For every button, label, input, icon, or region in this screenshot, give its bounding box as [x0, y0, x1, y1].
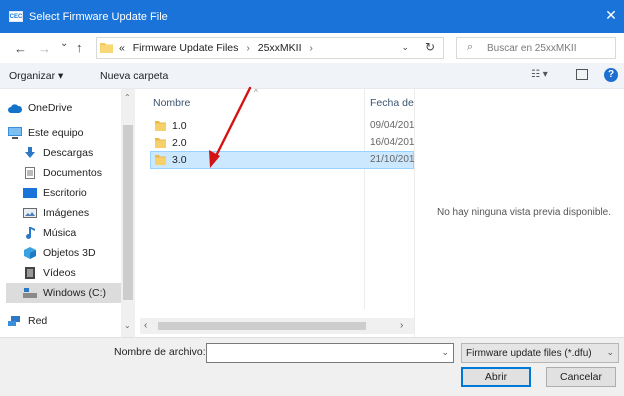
folder-icon	[155, 138, 166, 148]
sidebar-item-label: Descargas	[43, 147, 94, 159]
sidebar-item-label: Escritorio	[43, 187, 87, 199]
up-arrow-icon[interactable]: ↑	[76, 40, 83, 55]
organize-button[interactable]: Organizar ▾	[9, 70, 63, 82]
address-dropdown-icon[interactable]: ⌄	[401, 42, 409, 53]
computer-icon	[8, 127, 22, 139]
folder-icon	[155, 121, 166, 131]
file-list: Nombre ^ Fecha de 1.0 09/04/201 2.0 16/0…	[140, 88, 414, 337]
folder-icon	[155, 155, 166, 165]
pictures-icon	[23, 207, 37, 219]
list-item[interactable]: 2.0 16/04/201	[150, 134, 414, 152]
file-date: 16/04/201	[370, 137, 414, 148]
scroll-left-icon[interactable]: ‹	[144, 320, 147, 331]
sidebar-item-label: Objetos 3D	[43, 247, 96, 259]
back-arrow-icon[interactable]: ←	[14, 41, 27, 56]
search-box[interactable]: ⌕ Buscar en 25xxMKII	[456, 37, 616, 59]
sidebar-item-label: Red	[28, 315, 48, 327]
sidebar-item-label: Documentos	[43, 167, 102, 179]
sidebar-item-imagenes[interactable]: Imágenes	[6, 203, 121, 223]
sort-ascending-icon: ^	[254, 88, 258, 97]
sidebar-item-musica[interactable]: Música	[6, 223, 121, 243]
breadcrumb: « Firmware Update Files › 25xxMKII ›	[119, 42, 318, 54]
download-icon	[23, 147, 37, 159]
file-date: 21/10/201	[370, 154, 414, 165]
sidebar-item-label: Música	[43, 227, 77, 239]
help-icon[interactable]: ?	[604, 68, 618, 82]
network-icon	[8, 315, 22, 327]
sidebar-item-label: Este equipo	[28, 127, 84, 139]
refresh-icon[interactable]: ↻	[425, 40, 435, 54]
sidebar-item-documentos[interactable]: Documentos	[6, 163, 121, 183]
folder-icon	[100, 43, 113, 53]
scroll-up-icon[interactable]: ⌃	[124, 93, 131, 102]
command-bar: Organizar ▾ Nueva carpeta ☷ ▾ ?	[0, 63, 624, 89]
music-icon	[23, 227, 37, 239]
column-header-name[interactable]: Nombre	[153, 97, 190, 109]
sidebar-item-red[interactable]: Red	[6, 311, 121, 331]
search-placeholder[interactable]: Buscar en 25xxMKII	[487, 43, 576, 54]
chevron-down-icon[interactable]: ⌄	[441, 347, 449, 358]
close-icon[interactable]: ✕	[604, 8, 618, 22]
window-title: Select Firmware Update File	[29, 10, 168, 23]
view-options-icon[interactable]: ☷ ▾	[531, 69, 548, 80]
filename-label: Nombre de archivo:	[114, 346, 206, 358]
file-type-value: Firmware update files (*.dfu)	[466, 348, 592, 359]
sidebar-scrollbar[interactable]: ⌃ ⌄	[121, 89, 135, 337]
list-item[interactable]: 1.0 09/04/201	[150, 117, 414, 135]
scrollbar-thumb[interactable]	[123, 125, 133, 300]
sidebar-item-este-equipo[interactable]: Este equipo	[6, 123, 121, 143]
file-name: 3.0	[172, 154, 187, 166]
sidebar-item-label: Vídeos	[43, 267, 76, 279]
scroll-down-icon[interactable]: ⌄	[124, 321, 131, 330]
scroll-right-icon[interactable]: ›	[400, 320, 403, 331]
file-date: 09/04/201	[370, 120, 414, 131]
desktop-icon	[23, 187, 37, 199]
breadcrumb-item-firmware-update-files[interactable]: Firmware Update Files	[133, 42, 239, 54]
videos-icon	[23, 267, 37, 279]
preview-message: No hay ninguna vista previa disponible.	[437, 207, 611, 218]
sidebar-item-descargas[interactable]: Descargas	[6, 143, 121, 163]
preview-pane: No hay ninguna vista previa disponible.	[414, 89, 624, 337]
dialog-footer: Nombre de archivo: ⌄ Firmware update fil…	[0, 337, 624, 396]
preview-pane-icon[interactable]	[576, 69, 588, 80]
sidebar-item-windows-c[interactable]: Windows (C:)	[6, 283, 121, 303]
cancel-button[interactable]: Cancelar	[546, 367, 616, 387]
sidebar-item-objetos-3d[interactable]: Objetos 3D	[6, 243, 121, 263]
chevron-down-icon[interactable]: ⌄	[606, 347, 614, 358]
navigation-pane: OneDrive Este equipo Descargas Documento…	[6, 89, 121, 337]
recent-locations-icon[interactable]: ⌄	[60, 38, 68, 49]
address-bar[interactable]: « Firmware Update Files › 25xxMKII › ⌄ ↻	[96, 37, 444, 59]
file-type-select[interactable]: Firmware update files (*.dfu) ⌄	[461, 343, 619, 363]
breadcrumb-item-25xxmkii[interactable]: 25xxMKII	[258, 42, 302, 54]
breadcrumb-separator[interactable]: ›	[309, 42, 313, 54]
sidebar-item-label: OneDrive	[28, 102, 73, 114]
forward-arrow-icon[interactable]: →	[38, 41, 51, 56]
sidebar-item-label: Imágenes	[43, 207, 90, 219]
cloud-icon	[8, 102, 22, 114]
drive-icon	[23, 287, 37, 299]
scrollbar-thumb[interactable]	[158, 322, 366, 330]
title-bar: CEC Select Firmware Update File ✕	[0, 0, 624, 33]
new-folder-button[interactable]: Nueva carpeta	[100, 70, 168, 82]
sidebar-item-escritorio[interactable]: Escritorio	[6, 183, 121, 203]
sidebar-item-label: Windows (C:)	[43, 287, 107, 299]
file-list-horizontal-scrollbar[interactable]: ‹ ›	[140, 318, 414, 334]
list-item-selected[interactable]: 3.0 21/10/201	[150, 151, 414, 169]
filename-input[interactable]: ⌄	[206, 343, 454, 363]
app-icon: CEC	[9, 11, 23, 22]
sidebar-item-onedrive[interactable]: OneDrive	[6, 98, 121, 118]
sidebar-item-videos[interactable]: Vídeos	[6, 263, 121, 283]
file-name: 1.0	[172, 120, 187, 132]
breadcrumb-separator[interactable]: ›	[246, 42, 250, 54]
file-name: 2.0	[172, 137, 187, 149]
search-icon: ⌕	[467, 41, 474, 53]
column-header-date[interactable]: Fecha de	[370, 97, 414, 109]
open-button[interactable]: Abrir	[461, 367, 531, 387]
objects-3d-icon	[23, 247, 37, 259]
documents-icon	[23, 167, 37, 179]
breadcrumb-overflow[interactable]: «	[119, 42, 125, 54]
app-icon-text: CEC	[9, 13, 23, 20]
